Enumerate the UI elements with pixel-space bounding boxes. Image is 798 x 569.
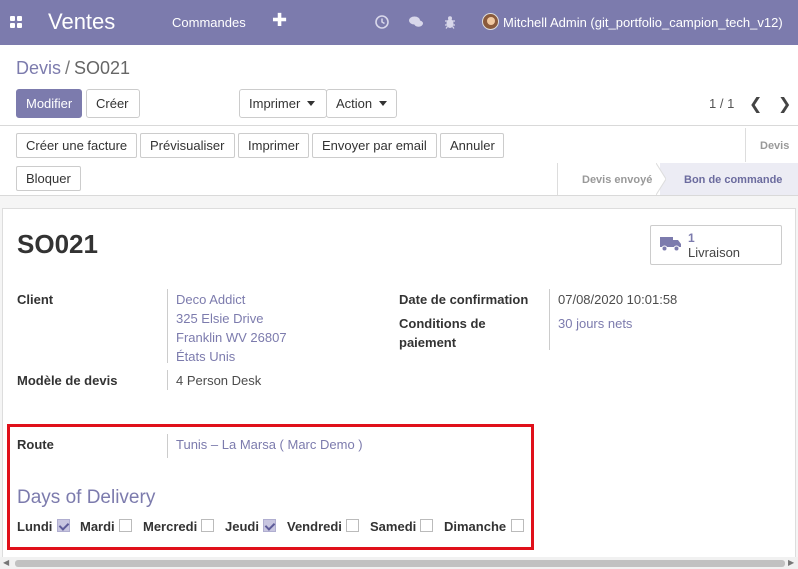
checkbox-mardi[interactable] [119, 519, 132, 532]
menu-orders[interactable]: Commandes [172, 15, 246, 30]
breadcrumb-current: SO021 [74, 58, 131, 78]
breadcrumb: Devis / SO021 [16, 58, 130, 79]
client-label: Client [17, 292, 54, 307]
pager-previous-icon[interactable]: ❮ [749, 94, 762, 114]
scroll-left-icon[interactable]: ◀ [3, 558, 9, 567]
create-button[interactable]: Créer [86, 89, 140, 118]
day-label-lundi: Lundi [17, 519, 53, 534]
action-dropdown-label: Action [336, 96, 373, 111]
app-title: Ventes [48, 9, 116, 34]
client-city[interactable]: Franklin WV 26807 [176, 330, 287, 345]
checkbox-vendredi[interactable] [346, 519, 359, 532]
action-dropdown[interactable]: Action [326, 89, 397, 118]
day-label-samedi: Samedi [370, 519, 417, 534]
preview-button[interactable]: Prévisualiser [140, 133, 235, 158]
day-label-mardi: Mardi [80, 519, 115, 534]
apps-menu-icon[interactable] [10, 16, 22, 28]
status-divider [745, 128, 746, 162]
status-quotation[interactable]: Devis [760, 140, 789, 152]
day-label-vendredi: Vendredi [287, 519, 342, 534]
payment-terms-label-line2: paiement [399, 335, 457, 350]
breadcrumb-parent[interactable]: Devis [16, 58, 61, 78]
status-arrow-icon [656, 163, 666, 195]
scroll-right-icon[interactable]: ▶ [788, 558, 794, 567]
checkbox-mercredi[interactable] [201, 519, 214, 532]
payment-terms-label-line1: Conditions de [399, 316, 486, 331]
send-email-button[interactable]: Envoyer par email [312, 133, 437, 158]
breadcrumb-separator: / [65, 58, 71, 78]
print-button[interactable]: Imprimer [238, 133, 309, 158]
status-divider [557, 163, 558, 195]
confirmation-date-label: Date de confirmation [399, 292, 529, 307]
checkbox-lundi[interactable] [57, 519, 70, 532]
pager-value[interactable]: 1 / 1 [709, 96, 734, 111]
edit-button[interactable]: Modifier [16, 89, 82, 118]
chat-icon[interactable] [408, 14, 424, 30]
day-label-mercredi: Mercredi [143, 519, 198, 534]
day-label-jeudi: Jeudi [225, 519, 259, 534]
user-avatar[interactable] [482, 13, 499, 30]
checkbox-dimanche[interactable] [511, 519, 524, 532]
days-of-delivery-title: Days of Delivery [17, 487, 156, 508]
payment-terms-value[interactable]: 30 jours nets [558, 316, 632, 331]
delivery-label: Livraison [688, 245, 741, 260]
plus-menu-icon[interactable]: ✚ [272, 10, 287, 31]
checkbox-jeudi[interactable] [263, 519, 276, 532]
print-dropdown[interactable]: Imprimer [239, 89, 327, 118]
control-panel-divider [0, 125, 798, 126]
truck-icon [660, 237, 681, 252]
bug-icon[interactable] [442, 14, 458, 30]
template-value: 4 Person Desk [176, 373, 262, 388]
day-label-dimanche: Dimanche [444, 519, 507, 534]
route-label: Route [17, 437, 54, 452]
caret-down-icon [379, 101, 388, 107]
record-title: SO021 [17, 229, 98, 259]
client-country[interactable]: États Unis [176, 349, 235, 364]
delivery-count: 1 [688, 231, 695, 245]
status-sales-order[interactable]: Bon de commande [684, 174, 782, 186]
caret-down-icon [307, 101, 316, 107]
cancel-button[interactable]: Annuler [440, 133, 504, 158]
print-dropdown-label: Imprimer [249, 96, 301, 111]
create-invoice-button[interactable]: Créer une facture [16, 133, 137, 158]
checkbox-samedi[interactable] [420, 519, 433, 532]
template-label: Modèle de devis [17, 373, 118, 388]
client-name[interactable]: Deco Addict [176, 292, 245, 307]
status-quotation-sent[interactable]: Devis envoyé [582, 174, 652, 186]
user-menu[interactable]: Mitchell Admin (git_portfolio_campion_te… [503, 15, 783, 30]
lock-button[interactable]: Bloquer [16, 166, 81, 191]
clock-icon[interactable] [374, 14, 390, 30]
field-divider [167, 434, 168, 458]
route-value[interactable]: Tunis – La Marsa ( Marc Demo ) [176, 437, 363, 452]
pager-next-icon[interactable]: ❯ [778, 94, 791, 114]
field-divider [167, 289, 168, 363]
field-divider [549, 289, 550, 350]
field-divider [167, 370, 168, 390]
client-street[interactable]: 325 Elsie Drive [176, 311, 263, 326]
scrollbar-thumb[interactable] [15, 560, 785, 567]
confirmation-date-value: 07/08/2020 10:01:58 [558, 292, 678, 307]
top-navbar: Ventes Commandes ✚ Mitchell Admin (git_p… [0, 0, 798, 45]
